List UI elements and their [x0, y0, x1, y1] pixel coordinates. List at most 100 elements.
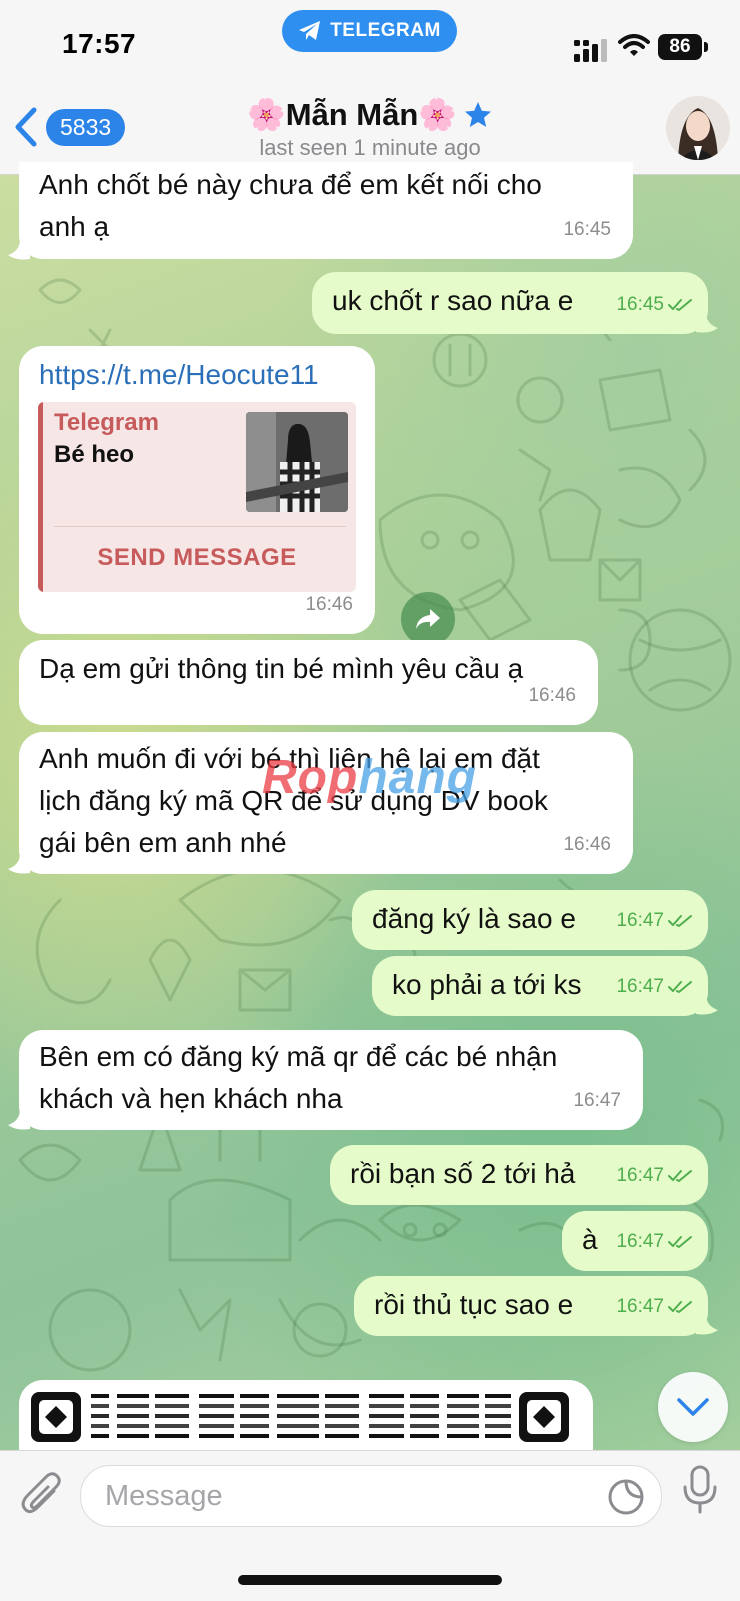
message-meta: 16:46: [305, 584, 353, 626]
double-check-icon: [668, 299, 692, 311]
wifi-icon: [618, 34, 650, 56]
message-time: 16:45: [563, 219, 611, 240]
link-preview-card[interactable]: Telegram Bé heo SEND MESSAGE: [38, 402, 356, 592]
status-bar: 17:57 TELEGRAM 86: [0, 0, 740, 88]
back-button[interactable]: 5833: [12, 106, 126, 148]
message-text: ko phải a tới ks: [392, 969, 582, 1000]
status-time: 17:57: [62, 28, 137, 59]
message-time: 16:46: [528, 685, 576, 706]
message-time: 16:46: [563, 834, 611, 855]
message-bubble-outgoing[interactable]: rồi bạn số 2 tới hả 16:47: [330, 1145, 708, 1205]
message-text: rồi thủ tục sao e: [374, 1289, 574, 1320]
message-meta: 16:47: [616, 1155, 694, 1197]
message-text: Dạ em gửi thông tin bé mình yêu cầu ạ: [39, 653, 524, 684]
battery-indicator: 86: [658, 34, 702, 60]
telegram-plane-icon: [299, 21, 321, 40]
sticker-icon[interactable]: [607, 1478, 645, 1516]
message-bubble-incoming[interactable]: Dạ em gửi thông tin bé mình yêu cầu ạ 16…: [19, 640, 598, 725]
message-line: Bên em có đăng ký mã qr để các bé nhận: [39, 1041, 558, 1072]
message-bubble-outgoing[interactable]: à 16:47: [562, 1211, 708, 1271]
last-seen-status: last seen 1 minute ago: [259, 135, 481, 160]
preview-divider: [54, 526, 346, 527]
double-check-icon: [668, 1301, 692, 1313]
message-meta: 16:47: [616, 1221, 694, 1263]
double-check-icon: [668, 981, 692, 993]
message-bubble-outgoing[interactable]: uk chốt r sao nữa e 16:45: [312, 272, 708, 334]
telegram-return-pill[interactable]: TELEGRAM: [282, 10, 457, 52]
message-time: 16:47: [616, 1296, 664, 1317]
home-indicator: [238, 1575, 502, 1585]
message-text: uk chốt r sao nữa e: [332, 285, 574, 316]
microphone-icon[interactable]: [682, 1465, 718, 1515]
preview-site-name: Telegram: [54, 409, 159, 436]
message-link[interactable]: https://t.me/Heocute11: [39, 354, 319, 396]
scroll-to-bottom-button[interactable]: [658, 1372, 728, 1442]
unread-count-badge: 5833: [46, 108, 126, 146]
message-time: 16:47: [616, 1165, 664, 1186]
share-button[interactable]: [401, 592, 455, 646]
message-meta: 16:45: [563, 209, 611, 251]
star-icon: [464, 101, 491, 127]
bubble-tail: [696, 1314, 718, 1335]
avatar-photo: [666, 96, 730, 160]
message-meta: 16:47: [616, 900, 694, 942]
message-bubble-incoming[interactable]: Anh chốt bé này chưa để em kết nối cho a…: [19, 162, 633, 259]
app-pill-label: TELEGRAM: [330, 20, 441, 41]
battery-tip: [704, 42, 708, 52]
message-time: 16:47: [573, 1090, 621, 1111]
preview-photo: [246, 412, 348, 512]
message-line: Anh chốt bé này chưa để em kết nối cho: [39, 169, 542, 200]
preview-thumbnail[interactable]: [246, 412, 348, 512]
message-bubble-outgoing[interactable]: ko phải a tới ks 16:47: [372, 956, 708, 1016]
message-input-placeholder: Message: [105, 1480, 223, 1512]
chevron-left-icon: [15, 107, 37, 147]
chat-title: 🌸Mẫn Mẫn🌸: [247, 97, 457, 132]
message-meta: 16:45: [616, 284, 694, 326]
qr-code-image-message[interactable]: [19, 1380, 593, 1450]
message-line: anh ạ: [39, 211, 110, 242]
message-meta: 16:47: [573, 1080, 621, 1122]
cellular-signal-icon: [574, 39, 607, 62]
contact-avatar[interactable]: [666, 96, 730, 160]
bubble-tail: [696, 994, 718, 1015]
bubble-tail: [696, 312, 718, 333]
message-meta: 16:46: [528, 675, 576, 717]
message-time: 16:47: [616, 910, 664, 931]
message-input[interactable]: Message: [80, 1465, 662, 1527]
message-bubble-link[interactable]: https://t.me/Heocute11 Telegram Bé heo S…: [19, 346, 375, 634]
qr-code-image: [31, 1392, 569, 1442]
message-line: khách và hẹn khách nha: [39, 1083, 343, 1114]
paperclip-icon[interactable]: [20, 1471, 64, 1519]
message-meta: 16:47: [616, 1286, 694, 1328]
watermark-logo: Rophang: [262, 750, 477, 805]
bubble-tail: [8, 239, 30, 260]
bubble-tail: [8, 853, 30, 874]
forward-arrow-icon: [416, 609, 440, 629]
message-text: rồi bạn số 2 tới hả: [350, 1158, 576, 1189]
watermark-part-1: Rop: [262, 751, 359, 804]
message-input-bar: Message: [0, 1450, 740, 1601]
message-meta: 16:47: [616, 966, 694, 1008]
watermark-part-2: hang: [358, 751, 477, 804]
message-meta: 16:46: [563, 824, 611, 866]
preview-title: Bé heo: [54, 441, 135, 468]
chat-title-area[interactable]: 🌸Mẫn Mẫn🌸 last seen 1 minute ago: [150, 96, 590, 161]
message-time: 16:45: [616, 294, 664, 315]
double-check-icon: [668, 915, 692, 927]
message-time: 16:46: [305, 594, 353, 615]
message-text: Anh chốt bé này chưa để em kết nối cho a…: [39, 164, 542, 248]
message-time: 16:47: [616, 1231, 664, 1252]
chevron-down-icon: [677, 1398, 709, 1416]
message-bubble-outgoing[interactable]: đăng ký là sao e 16:47: [352, 890, 708, 950]
bubble-tail: [8, 1109, 30, 1130]
message-time: 16:47: [616, 976, 664, 997]
send-message-button[interactable]: SEND MESSAGE: [38, 538, 356, 578]
double-check-icon: [668, 1170, 692, 1182]
message-text: à: [582, 1224, 598, 1255]
double-check-icon: [668, 1236, 692, 1248]
message-bubble-outgoing[interactable]: rồi thủ tục sao e 16:47: [354, 1276, 708, 1336]
message-bubble-incoming[interactable]: Bên em có đăng ký mã qr để các bé nhận k…: [19, 1030, 643, 1130]
message-text: đăng ký là sao e: [372, 903, 576, 934]
message-text: Bên em có đăng ký mã qr để các bé nhận k…: [39, 1036, 557, 1120]
message-line: gái bên em anh nhé: [39, 827, 287, 858]
